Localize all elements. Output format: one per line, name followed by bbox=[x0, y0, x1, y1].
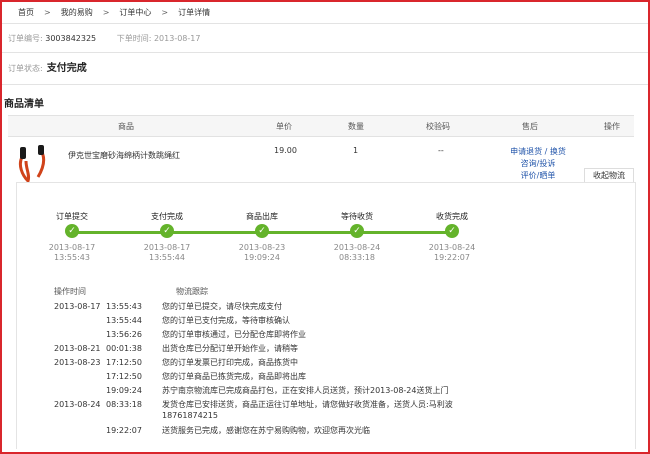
breadcrumb: 首页 > 我的易购 > 订单中心 > 订单详情 bbox=[18, 6, 210, 20]
check-icon: ✓ bbox=[445, 224, 459, 238]
product-price: 19.00 bbox=[274, 146, 297, 155]
consult-complain-link[interactable]: 咨询/投诉 bbox=[508, 158, 568, 170]
breadcrumb-order-center[interactable]: 订单中心 bbox=[119, 8, 151, 17]
log-text-phone: 18761874215 bbox=[162, 411, 218, 420]
step-time: 19:22:07 bbox=[434, 253, 470, 262]
step-date: 2013-08-23 bbox=[238, 243, 286, 252]
log-time: 17:12:50 bbox=[106, 358, 142, 367]
check-icon: ✓ bbox=[65, 224, 79, 238]
log-time: 19:22:07 bbox=[106, 426, 142, 435]
col-price: 单价 bbox=[276, 122, 292, 131]
log-text: 苏宁南京物流库已完成商品打包，正在安排人员送货，预计2013-08-24送货上门 bbox=[162, 386, 449, 395]
step-time: 19:09:24 bbox=[244, 253, 280, 262]
step-label: 商品出库 bbox=[246, 212, 278, 221]
log-time: 13:55:43 bbox=[106, 302, 142, 311]
table-header: 商品 单价 数量 校验码 售后 操作 bbox=[8, 115, 634, 137]
product-code: -- bbox=[438, 146, 444, 155]
log-date: 2013-08-23 bbox=[54, 358, 101, 367]
order-state: 订单状态: 支付完成 bbox=[8, 62, 87, 76]
step-label: 支付完成 bbox=[151, 212, 183, 221]
log-text: 您的订单已支付完成，等待审核确认 bbox=[162, 316, 290, 325]
log-text: 您的订单已提交，请尽快完成支付 bbox=[162, 302, 282, 311]
return-exchange-link[interactable]: 申请退货 / 换货 bbox=[508, 146, 568, 158]
log-time: 19:09:24 bbox=[106, 386, 142, 395]
aftersale-links: 申请退货 / 换货 咨询/投诉 评价/晒单 bbox=[508, 146, 568, 182]
log-text: 您的订单商品已拣货完成，商品即将出库 bbox=[162, 372, 306, 381]
breadcrumb-separator: > bbox=[44, 8, 51, 17]
step-label: 收货完成 bbox=[436, 212, 468, 221]
order-state-value: 支付完成 bbox=[46, 63, 87, 74]
log-text: 您的订单审核通过，已分配仓库即将作业 bbox=[162, 330, 306, 339]
col-qty: 数量 bbox=[348, 122, 364, 131]
step-time: 08:33:18 bbox=[339, 253, 375, 262]
divider bbox=[2, 52, 648, 53]
step-label: 等待收货 bbox=[341, 212, 373, 221]
order-info: 订单编号: 3003842325 下单时间: 2013-08-17 bbox=[8, 33, 200, 45]
col-code: 校验码 bbox=[426, 122, 450, 131]
divider bbox=[2, 23, 648, 24]
check-icon: ✓ bbox=[160, 224, 174, 238]
order-no-label: 订单编号: bbox=[8, 34, 43, 43]
log-time: 17:12:50 bbox=[106, 372, 142, 381]
log-time: 13:56:26 bbox=[106, 330, 142, 339]
log-header-tracking: 物流跟踪 bbox=[176, 287, 208, 296]
product-thumbnail[interactable] bbox=[16, 143, 50, 183]
step-time: 13:55:44 bbox=[149, 253, 185, 262]
order-state-label: 订单状态: bbox=[8, 64, 43, 73]
log-time: 08:33:18 bbox=[106, 400, 142, 409]
order-no-value: 3003842325 bbox=[45, 34, 97, 43]
check-icon: ✓ bbox=[255, 224, 269, 238]
step-date: 2013-08-24 bbox=[333, 243, 381, 252]
breadcrumb-separator: > bbox=[161, 8, 169, 17]
breadcrumb-my-yigou[interactable]: 我的易购 bbox=[61, 8, 93, 17]
log-date: 2013-08-21 bbox=[54, 344, 101, 353]
step-date: 2013-08-17 bbox=[143, 243, 191, 252]
log-text: 发货仓库已安排送货，商品正运往订单地址，请您做好收货准备，送货人员:马利波 bbox=[162, 400, 453, 409]
step-label: 订单提交 bbox=[56, 212, 88, 221]
step-date: 2013-08-24 bbox=[428, 243, 476, 252]
product-qty: 1 bbox=[353, 146, 359, 155]
log-text: 送货服务已完成，感谢您在苏宁易购购物，欢迎您再次光临 bbox=[162, 426, 370, 435]
log-time: 00:01:38 bbox=[106, 344, 142, 353]
review-link[interactable]: 评价/晒单 bbox=[508, 170, 568, 182]
breadcrumb-separator: > bbox=[102, 8, 110, 17]
log-date: 2013-08-17 bbox=[54, 302, 101, 311]
check-icon: ✓ bbox=[350, 224, 364, 238]
fold-logistics-button[interactable]: 收起物流 bbox=[584, 168, 634, 183]
log-header-time: 操作时间 bbox=[54, 287, 86, 296]
divider bbox=[2, 84, 648, 85]
breadcrumb-home[interactable]: 首页 bbox=[18, 8, 34, 17]
col-action: 操作 bbox=[604, 122, 620, 131]
section-title: 商品清单 bbox=[4, 99, 44, 110]
log-time: 13:55:44 bbox=[106, 316, 142, 325]
log-date: 2013-08-24 bbox=[54, 400, 101, 409]
log-text: 出货仓库已分配订单开始作业，请稍等 bbox=[162, 344, 298, 353]
step-date: 2013-08-17 bbox=[48, 243, 96, 252]
log-text: 您的订单发票已打印完成，商品拣货中 bbox=[162, 358, 298, 367]
order-time-label: 下单时间: bbox=[116, 34, 152, 43]
col-aftersale: 售后 bbox=[522, 122, 538, 131]
step-time: 13:55:43 bbox=[54, 253, 90, 262]
product-name[interactable]: 伊克世宝磨砂海绵柄计数跳绳红 bbox=[68, 150, 180, 161]
order-time-value: 2013-08-17 bbox=[153, 34, 201, 43]
breadcrumb-current: 订单详情 bbox=[178, 8, 211, 17]
page-frame: 首页 > 我的易购 > 订单中心 > 订单详情 订单编号: 3003842325 下单时间:… bbox=[0, 0, 650, 454]
col-product: 商品 bbox=[118, 122, 134, 131]
